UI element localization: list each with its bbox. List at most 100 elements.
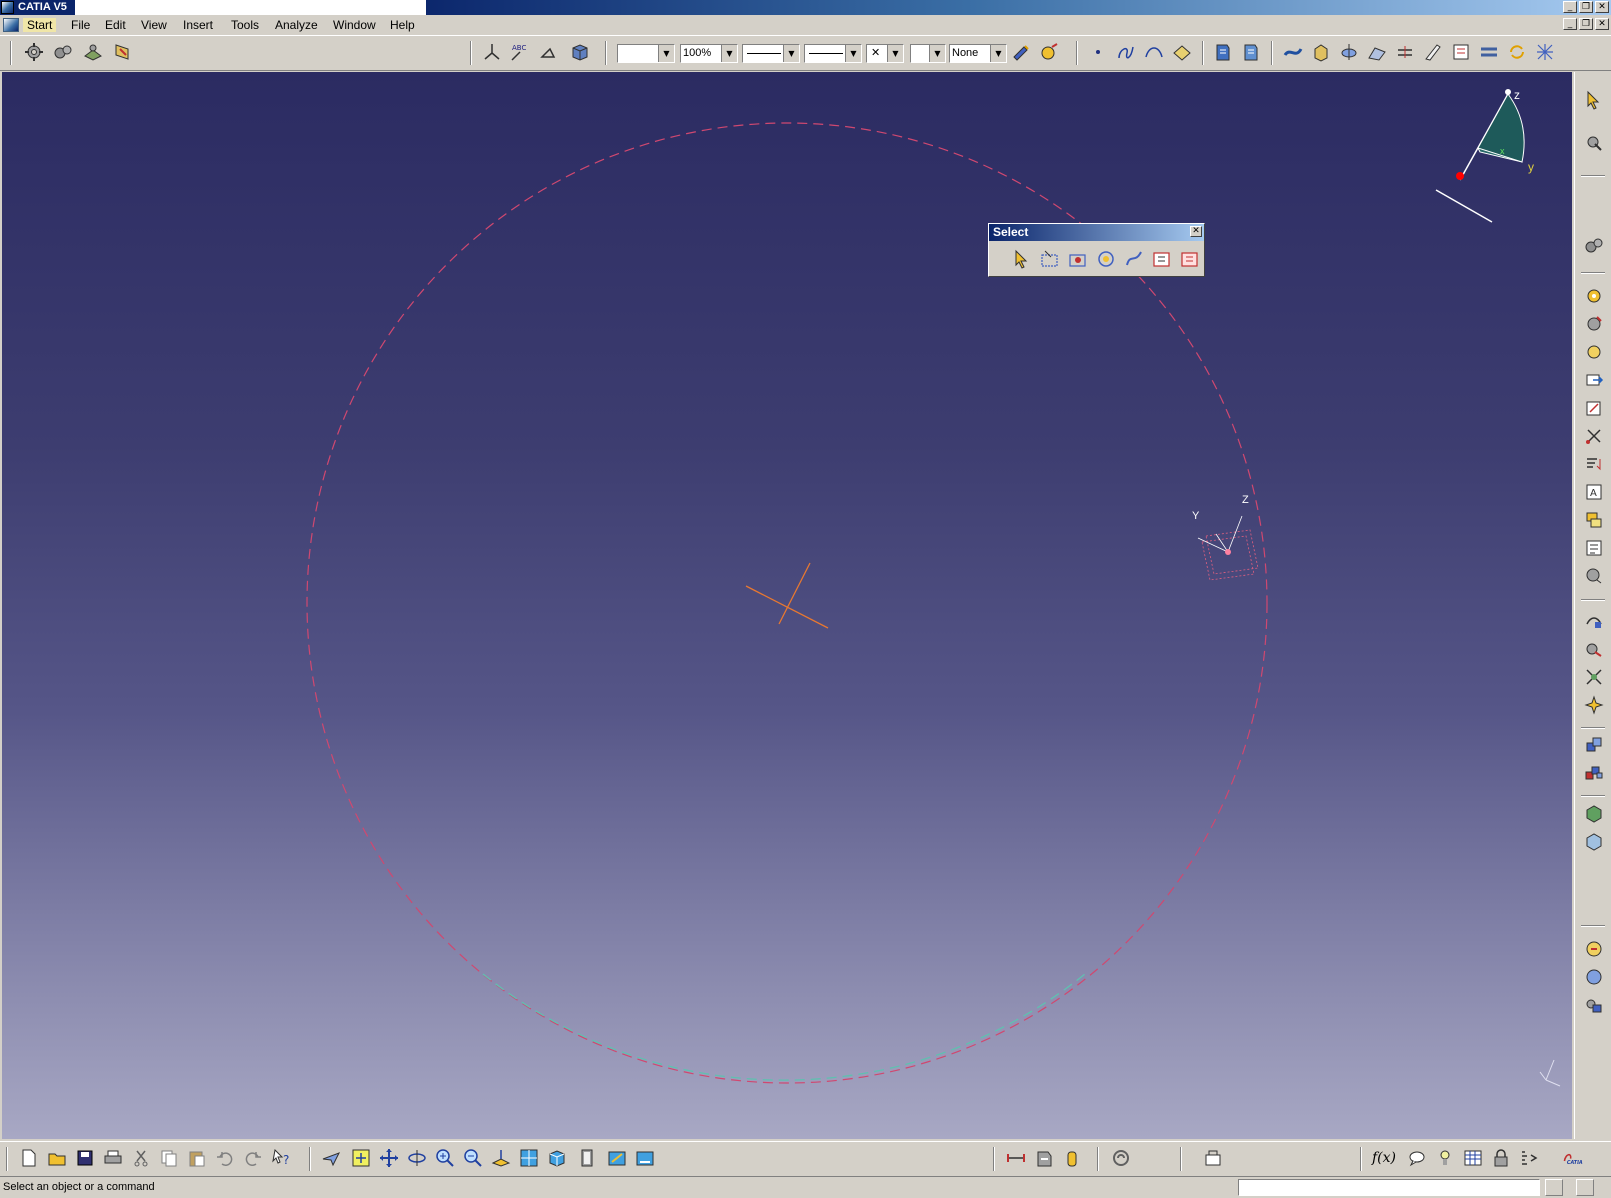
point-type-combo[interactable]: ✕ ▼	[866, 44, 904, 63]
new-icon[interactable]	[18, 1147, 40, 1169]
iso-view-icon[interactable]	[546, 1147, 568, 1169]
sphere-icon[interactable]	[1583, 966, 1605, 988]
rotate-icon[interactable]	[406, 1147, 428, 1169]
text-box-icon[interactable]: A	[1583, 481, 1605, 503]
chevron-down-icon[interactable]: ▼	[845, 45, 861, 62]
filter-icon[interactable]	[1450, 41, 1472, 63]
undo-icon[interactable]	[214, 1147, 236, 1169]
polygon-trap-icon[interactable]	[1095, 248, 1117, 270]
intersecting-trap-icon[interactable]	[1067, 248, 1089, 270]
chevron-down-icon[interactable]: ▼	[990, 45, 1006, 62]
sketch-analysis-icon[interactable]	[1202, 1147, 1224, 1169]
intersecting-outside-icon[interactable]	[1179, 248, 1201, 270]
assembly-icon[interactable]	[1583, 994, 1605, 1016]
gear-update-icon[interactable]	[1583, 341, 1605, 363]
pan-icon[interactable]	[378, 1147, 400, 1169]
revolve-icon[interactable]	[1338, 41, 1360, 63]
fit-all-icon[interactable]	[350, 1147, 372, 1169]
extrude-icon[interactable]	[1310, 41, 1332, 63]
multi-section-icon[interactable]	[1534, 41, 1556, 63]
status-toggle-button[interactable]	[1545, 1179, 1563, 1196]
gears-icon[interactable]	[52, 41, 74, 63]
doc-close-button[interactable]: ✕	[1595, 18, 1609, 30]
paste-icon[interactable]	[186, 1147, 208, 1169]
cut-icon[interactable]	[1583, 425, 1605, 447]
select-toolbar-panel[interactable]: Select ✕	[988, 223, 1205, 277]
light-icon[interactable]	[1434, 1147, 1456, 1169]
doc-minimize-button[interactable]: _	[1563, 18, 1577, 30]
fly-mode-icon[interactable]	[320, 1147, 342, 1169]
zoom-out-icon[interactable]	[462, 1147, 484, 1169]
close-button[interactable]: ✕	[1595, 1, 1609, 13]
swap-space-icon[interactable]	[634, 1147, 656, 1169]
local-axis-system[interactable]	[1197, 515, 1259, 581]
workbench-icon[interactable]	[82, 41, 104, 63]
normal-view-icon[interactable]	[490, 1147, 512, 1169]
paint-stroke-icon[interactable]	[1123, 248, 1145, 270]
formula-icon[interactable]: f(x)	[1372, 1147, 1396, 1169]
chevron-down-icon[interactable]: ▼	[783, 45, 799, 62]
fill-color-combo[interactable]: ▼	[617, 44, 675, 63]
comment-icon[interactable]	[1406, 1147, 1428, 1169]
move-icon[interactable]	[1583, 610, 1605, 632]
axis-system-icon[interactable]	[481, 41, 503, 63]
select-arrow-icon[interactable]	[1011, 248, 1033, 270]
fillet-icon[interactable]	[1478, 41, 1500, 63]
draft-icon[interactable]	[1422, 41, 1444, 63]
redo-icon[interactable]	[242, 1147, 264, 1169]
multi-view-icon[interactable]	[518, 1147, 540, 1169]
sort-icon[interactable]	[1583, 453, 1605, 475]
save-icon[interactable]	[74, 1147, 96, 1169]
transparency-combo[interactable]: 100% ▼	[680, 44, 738, 63]
fast-multi-instance-icon[interactable]	[1583, 762, 1605, 784]
cut-icon[interactable]	[130, 1147, 152, 1169]
selection-trap-icon[interactable]	[1039, 248, 1061, 270]
point-icon[interactable]	[1087, 41, 1109, 63]
menu-view[interactable]: View	[141, 18, 167, 32]
layer-filter-combo[interactable]: None ▼	[949, 44, 1007, 63]
product-gear-icon[interactable]	[23, 41, 45, 63]
multi-instance-icon[interactable]	[1583, 734, 1605, 756]
explode-icon[interactable]	[1583, 694, 1605, 716]
gear-settings-icon[interactable]	[1583, 285, 1605, 307]
lock-icon[interactable]	[1490, 1147, 1512, 1169]
whats-this-icon[interactable]: ?	[272, 1147, 294, 1169]
measure-item-icon[interactable]	[1033, 1147, 1055, 1169]
layer-combo[interactable]: ▼	[910, 44, 946, 63]
doc-restore-button[interactable]: ❐	[1579, 18, 1593, 30]
compass[interactable]	[1435, 89, 1525, 223]
outside-trap-icon[interactable]	[1151, 248, 1173, 270]
menu-start[interactable]: Start	[23, 18, 57, 32]
menu-analyze[interactable]: Analyze	[275, 18, 318, 32]
select-panel-titlebar[interactable]: Select ✕	[989, 224, 1204, 241]
painter-icon[interactable]	[1011, 41, 1033, 63]
origin-crosshair[interactable]	[745, 562, 829, 629]
menu-edit[interactable]: Edit	[105, 18, 126, 32]
selection-mode-icon[interactable]	[1583, 132, 1605, 154]
open-icon[interactable]	[46, 1147, 68, 1169]
tree-icon[interactable]	[1583, 537, 1605, 559]
gear-down-icon[interactable]	[1583, 565, 1605, 587]
knowledge-icon[interactable]	[1110, 1147, 1132, 1169]
minimize-button[interactable]: _	[1563, 1, 1577, 13]
command-input[interactable]	[1238, 1179, 1540, 1196]
measure-inertia-icon[interactable]	[1061, 1147, 1083, 1169]
chevron-down-icon[interactable]: ▼	[658, 45, 674, 62]
table-icon[interactable]	[1462, 1147, 1484, 1169]
document-icon[interactable]	[3, 18, 19, 32]
line-type-combo[interactable]: ▼	[804, 44, 862, 63]
curve-icon[interactable]	[1143, 41, 1165, 63]
update-icon[interactable]	[1506, 41, 1528, 63]
zoom-in-icon[interactable]	[434, 1147, 456, 1169]
close-icon[interactable]: ✕	[1190, 226, 1202, 237]
status-extra-button[interactable]	[1576, 1179, 1594, 1196]
catalog-book-icon[interactable]	[1212, 41, 1234, 63]
gear-refresh-icon[interactable]	[1583, 313, 1605, 335]
menu-window[interactable]: Window	[333, 18, 376, 32]
chevron-down-icon[interactable]: ▼	[721, 45, 737, 62]
bill-of-materials-icon[interactable]	[1583, 802, 1605, 824]
catalog-icon[interactable]	[112, 41, 134, 63]
shaded-cube-icon[interactable]	[568, 41, 590, 63]
snap-icon[interactable]	[1583, 666, 1605, 688]
abc-annotation-icon[interactable]: ABC	[509, 41, 531, 63]
